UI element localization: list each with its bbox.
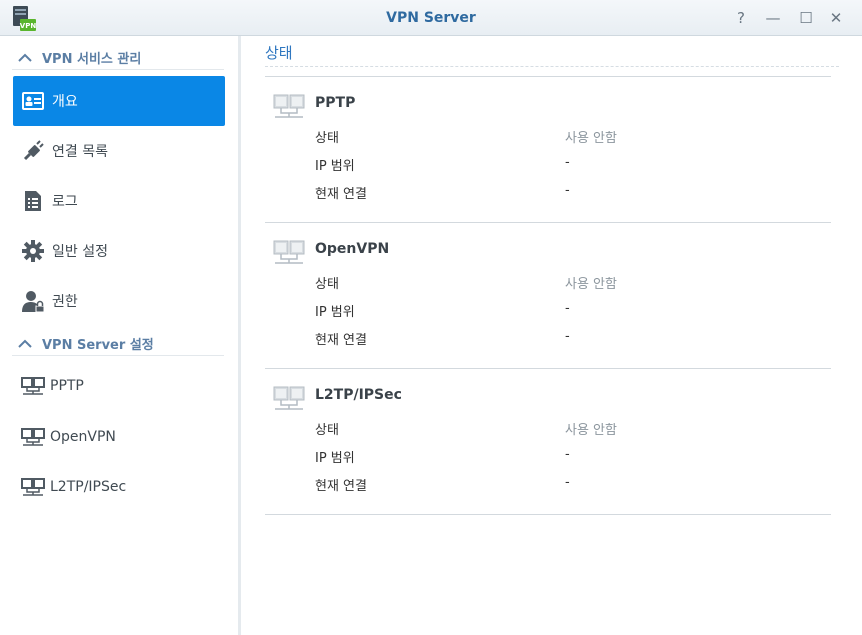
status-row: 상태 사용 안함 [315, 127, 815, 147]
network-icon [21, 428, 45, 446]
maximize-button[interactable]: ☐ [796, 8, 816, 28]
protocol-name: OpenVPN [315, 241, 390, 257]
plug-icon [22, 140, 44, 162]
sidebar-item-pptp[interactable]: PPTP [13, 366, 225, 406]
row-value: - [565, 329, 570, 344]
row-value: - [565, 183, 570, 198]
status-row: 상태 사용 안함 [315, 273, 815, 293]
sidebar-item-label: 개요 [52, 94, 78, 110]
row-value: 사용 안함 [565, 131, 617, 146]
section-title: VPN Server 설정 [42, 338, 154, 353]
sidebar-item-label: PPTP [50, 378, 84, 394]
overview-card-icon [22, 90, 44, 112]
section-title: VPN 서비스 관리 [42, 52, 142, 67]
title-divider [265, 66, 839, 67]
sidebar-item-label: OpenVPN [50, 429, 116, 445]
row-label: 현재 연결 [315, 187, 367, 202]
section-vpn-server-settings[interactable]: VPN Server 설정 [12, 332, 224, 356]
row-value: 사용 안함 [565, 423, 617, 438]
ip-range-row: IP 범위 - [315, 447, 815, 467]
sidebar-item-l2tp-ipsec[interactable]: L2TP/IPSec [13, 467, 225, 507]
row-label: 상태 [315, 131, 339, 146]
chevron-up-icon [18, 339, 32, 348]
pptp-status-block: PPTP 상태 사용 안함 IP 범위 - 현재 연결 - [265, 76, 831, 222]
sidebar-item-permissions[interactable]: 권한 [13, 276, 225, 326]
sidebar-item-connection-list[interactable]: 연결 목록 [13, 126, 225, 176]
row-label: IP 범위 [315, 451, 355, 466]
network-icon [21, 478, 45, 496]
network-icon [273, 240, 305, 264]
close-button[interactable]: ✕ [826, 8, 846, 28]
sidebar-item-general-settings[interactable]: 일반 설정 [13, 226, 225, 276]
row-value: - [565, 301, 570, 316]
row-label: IP 범위 [315, 159, 355, 174]
sidebar-item-openvpn[interactable]: OpenVPN [13, 417, 225, 457]
sidebar-item-label: 연결 목록 [52, 144, 108, 160]
network-icon [273, 386, 305, 410]
row-label: IP 범위 [315, 305, 355, 320]
current-connections-row: 현재 연결 - [315, 183, 815, 203]
gear-icon [22, 240, 44, 262]
ip-range-row: IP 범위 - [315, 155, 815, 175]
protocol-name: L2TP/IPSec [315, 387, 402, 403]
user-permission-icon [22, 290, 44, 312]
network-icon [273, 94, 305, 118]
row-value: 사용 안함 [565, 277, 617, 292]
main-panel: 상태 PPTP 상태 사용 안함 IP 범위 - 현재 연결 - OpenVPN… [241, 36, 862, 635]
row-label: 현재 연결 [315, 479, 367, 494]
protocol-name: PPTP [315, 95, 356, 111]
sidebar-item-label: 일반 설정 [52, 244, 108, 260]
openvpn-status-block: OpenVPN 상태 사용 안함 IP 범위 - 현재 연결 - [265, 222, 831, 368]
sidebar: VPN 서비스 관리 개요 연결 목록 로그 일반 설정 권한 VPN Serv… [0, 36, 238, 635]
row-label: 상태 [315, 277, 339, 292]
row-value: - [565, 155, 570, 170]
chevron-up-icon [18, 53, 32, 62]
page-title: 상태 [265, 44, 293, 62]
sidebar-item-overview[interactable]: 개요 [13, 76, 225, 126]
title-bar: VPN VPN Server ? — ☐ ✕ [0, 0, 862, 36]
current-connections-row: 현재 연결 - [315, 475, 815, 495]
sidebar-item-label: 권한 [52, 294, 78, 310]
network-icon [21, 377, 45, 395]
minimize-button[interactable]: — [763, 8, 783, 28]
row-label: 현재 연결 [315, 333, 367, 348]
row-value: - [565, 447, 570, 462]
status-row: 상태 사용 안함 [315, 419, 815, 439]
row-value: - [565, 475, 570, 490]
current-connections-row: 현재 연결 - [315, 329, 815, 349]
sidebar-item-log[interactable]: 로그 [13, 176, 225, 226]
ip-range-row: IP 범위 - [315, 301, 815, 321]
l2tp-ipsec-status-block: L2TP/IPSec 상태 사용 안함 IP 범위 - 현재 연결 - [265, 368, 831, 514]
sidebar-item-label: 로그 [52, 194, 78, 210]
row-label: 상태 [315, 423, 339, 438]
sidebar-item-label: L2TP/IPSec [50, 479, 127, 495]
log-document-icon [22, 190, 44, 212]
help-button[interactable]: ? [731, 8, 751, 28]
divider [265, 514, 831, 515]
section-vpn-service-management[interactable]: VPN 서비스 관리 [12, 46, 224, 70]
